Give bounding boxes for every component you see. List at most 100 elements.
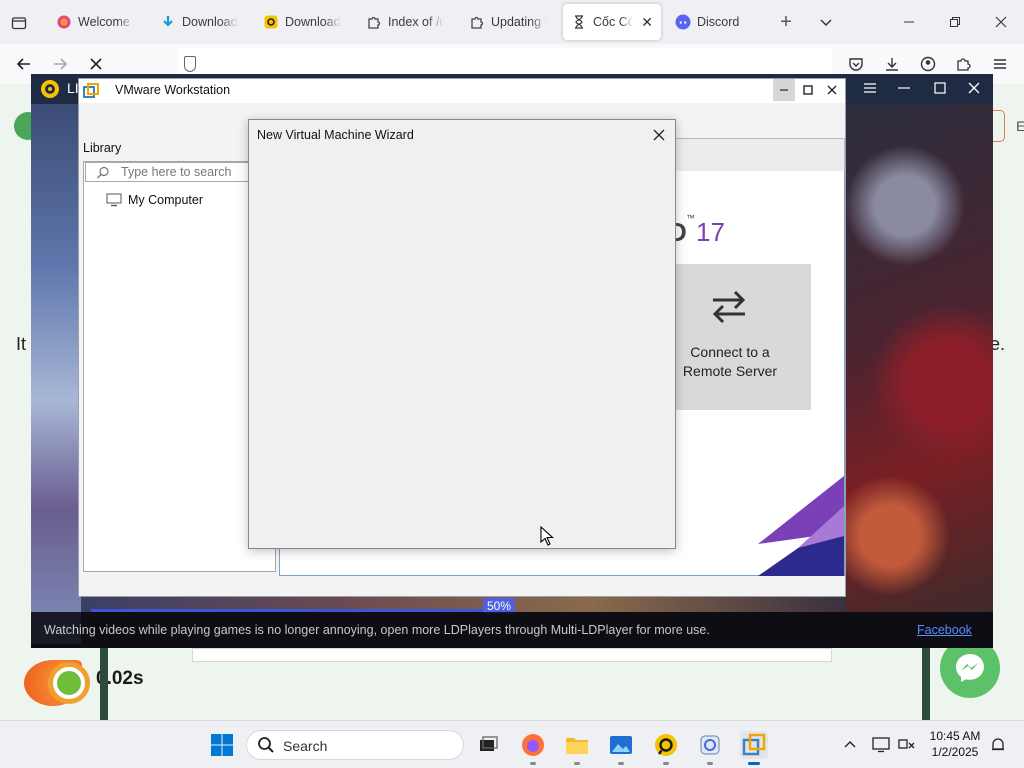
connect-label-line-2: Remote Server — [682, 363, 778, 379]
tab-label: Welcome t — [78, 15, 134, 29]
tab-welcome[interactable]: Welcome t — [48, 4, 146, 40]
downloads-button[interactable] — [881, 53, 903, 75]
computer-icon — [106, 193, 122, 207]
search-icon — [258, 737, 274, 753]
search-placeholder: Type here to search — [121, 165, 232, 179]
pocket-button[interactable] — [845, 53, 867, 75]
chevron-down-icon — [820, 19, 832, 27]
ldplayer-icon — [263, 14, 279, 30]
close-icon — [827, 85, 837, 95]
forward-arrow-icon — [54, 58, 68, 70]
page-letter-fragment: E — [1016, 118, 1024, 134]
monitor-icon — [872, 737, 890, 753]
notifications-button[interactable] — [988, 735, 1008, 755]
maximize-icon — [934, 82, 946, 94]
connect-remote-server-button[interactable]: Connect to a Remote Server — [675, 264, 811, 410]
close-icon — [995, 16, 1007, 28]
account-button[interactable] — [917, 53, 939, 75]
shield-icon — [184, 56, 196, 72]
list-all-tabs-button[interactable] — [814, 10, 838, 34]
tab-discord[interactable]: Discord — [667, 4, 765, 40]
firefox-icon — [56, 14, 72, 30]
download-arrow-icon — [160, 14, 176, 30]
taskbar-search-box[interactable]: Search — [246, 730, 464, 760]
tab-index-of[interactable]: Index of /u — [358, 4, 456, 40]
taskbar-photos[interactable] — [607, 731, 635, 765]
ldplayer-minimize-button[interactable] — [897, 81, 913, 97]
maximize-icon — [803, 85, 813, 95]
extensions-button[interactable] — [953, 53, 975, 75]
close-browser-button[interactable] — [988, 10, 1014, 34]
tab-coc-coc[interactable]: Cốc Cốc ✕ — [563, 4, 661, 40]
photos-icon — [610, 736, 632, 754]
library-label: Library — [83, 141, 122, 155]
taskbar-vmware[interactable] — [740, 731, 768, 765]
tab-download-2[interactable]: Download — [255, 4, 353, 40]
hamburger-icon — [864, 83, 876, 93]
running-indicator — [748, 762, 760, 765]
clock-date: 1/2/2025 — [931, 745, 979, 759]
new-vm-wizard-dialog: New Virtual Machine Wizard — [248, 119, 676, 549]
vmware-minimize-button[interactable] — [773, 79, 795, 101]
taskbar-file-explorer[interactable] — [563, 731, 591, 765]
tab-label: Download — [182, 15, 238, 29]
taskbar-task-view[interactable] — [474, 731, 502, 759]
page-card-bottom — [192, 648, 832, 662]
display-tray-button[interactable] — [870, 735, 892, 755]
stop-loading-button[interactable] — [84, 52, 108, 76]
tab-download-1[interactable]: Download — [152, 4, 250, 40]
show-hidden-icons-button[interactable] — [840, 735, 860, 755]
back-arrow-icon — [16, 58, 30, 70]
restore-browser-button[interactable] — [942, 10, 968, 34]
restore-icon — [950, 17, 960, 27]
windows-logo-icon — [211, 734, 233, 756]
running-indicator — [530, 762, 536, 765]
extension-icon — [366, 14, 382, 30]
tab-close-button[interactable]: ✕ — [641, 14, 653, 31]
taskbar-clock[interactable]: 10:45 AM 1/2/2025 — [922, 728, 988, 762]
page-button-fragment[interactable] — [993, 110, 1005, 142]
speedometer-inner — [57, 671, 81, 695]
tree-item-my-computer[interactable]: My Computer — [106, 190, 203, 210]
tab-label: Discord — [697, 15, 740, 29]
vmware-version: 17 — [696, 217, 725, 247]
taskbar-ldplayer[interactable] — [652, 731, 680, 765]
ldplayer-logo-icon — [41, 80, 59, 98]
page-side-bar-right — [922, 648, 930, 720]
wizard-close-button[interactable] — [649, 126, 669, 144]
network-offline-icon — [898, 739, 915, 749]
task-view-icon — [480, 736, 498, 751]
forward-button[interactable] — [48, 52, 72, 76]
back-button[interactable] — [12, 52, 36, 76]
ldplayer-tip-bar: Watching videos while playing games is n… — [31, 612, 993, 648]
search-icon — [97, 166, 109, 179]
taskbar-firefox[interactable] — [519, 731, 547, 765]
ldplayer-icon — [655, 734, 677, 756]
running-indicator — [574, 762, 580, 765]
taskbar-cleaner-app[interactable] — [696, 731, 724, 765]
start-button[interactable] — [208, 731, 236, 759]
app-menu-button[interactable] — [989, 53, 1011, 75]
ldplayer-close-button[interactable] — [967, 81, 983, 97]
library-search-input[interactable]: Type here to search — [85, 162, 274, 182]
new-tab-button[interactable]: + — [774, 10, 798, 34]
facebook-link[interactable]: Facebook — [917, 623, 972, 637]
ldplayer-wallpaper-left — [31, 104, 81, 644]
vmware-close-button[interactable] — [821, 79, 843, 101]
pocket-icon — [849, 58, 863, 71]
minimize-browser-button[interactable] — [896, 10, 922, 34]
network-tray-button[interactable] — [896, 735, 918, 755]
tab-list-button[interactable] — [8, 12, 30, 34]
tab-overview-icon — [11, 17, 27, 30]
page-side-bar-left — [100, 648, 108, 720]
tab-updating[interactable]: Updating F — [461, 4, 559, 40]
vmware-maximize-button[interactable] — [797, 79, 819, 101]
notification-bell-icon — [992, 738, 1004, 751]
windows-taskbar: Search 10:45 AM 1/2/2025 — [0, 720, 1024, 768]
firefox-icon — [522, 734, 544, 756]
wizard-title: New Virtual Machine Wizard — [257, 128, 414, 142]
ldplayer-maximize-button[interactable] — [933, 81, 949, 97]
ldplayer-menu-button[interactable] — [863, 81, 879, 97]
tree-item-label: My Computer — [128, 193, 204, 207]
tab-label: Updating F — [491, 15, 547, 29]
